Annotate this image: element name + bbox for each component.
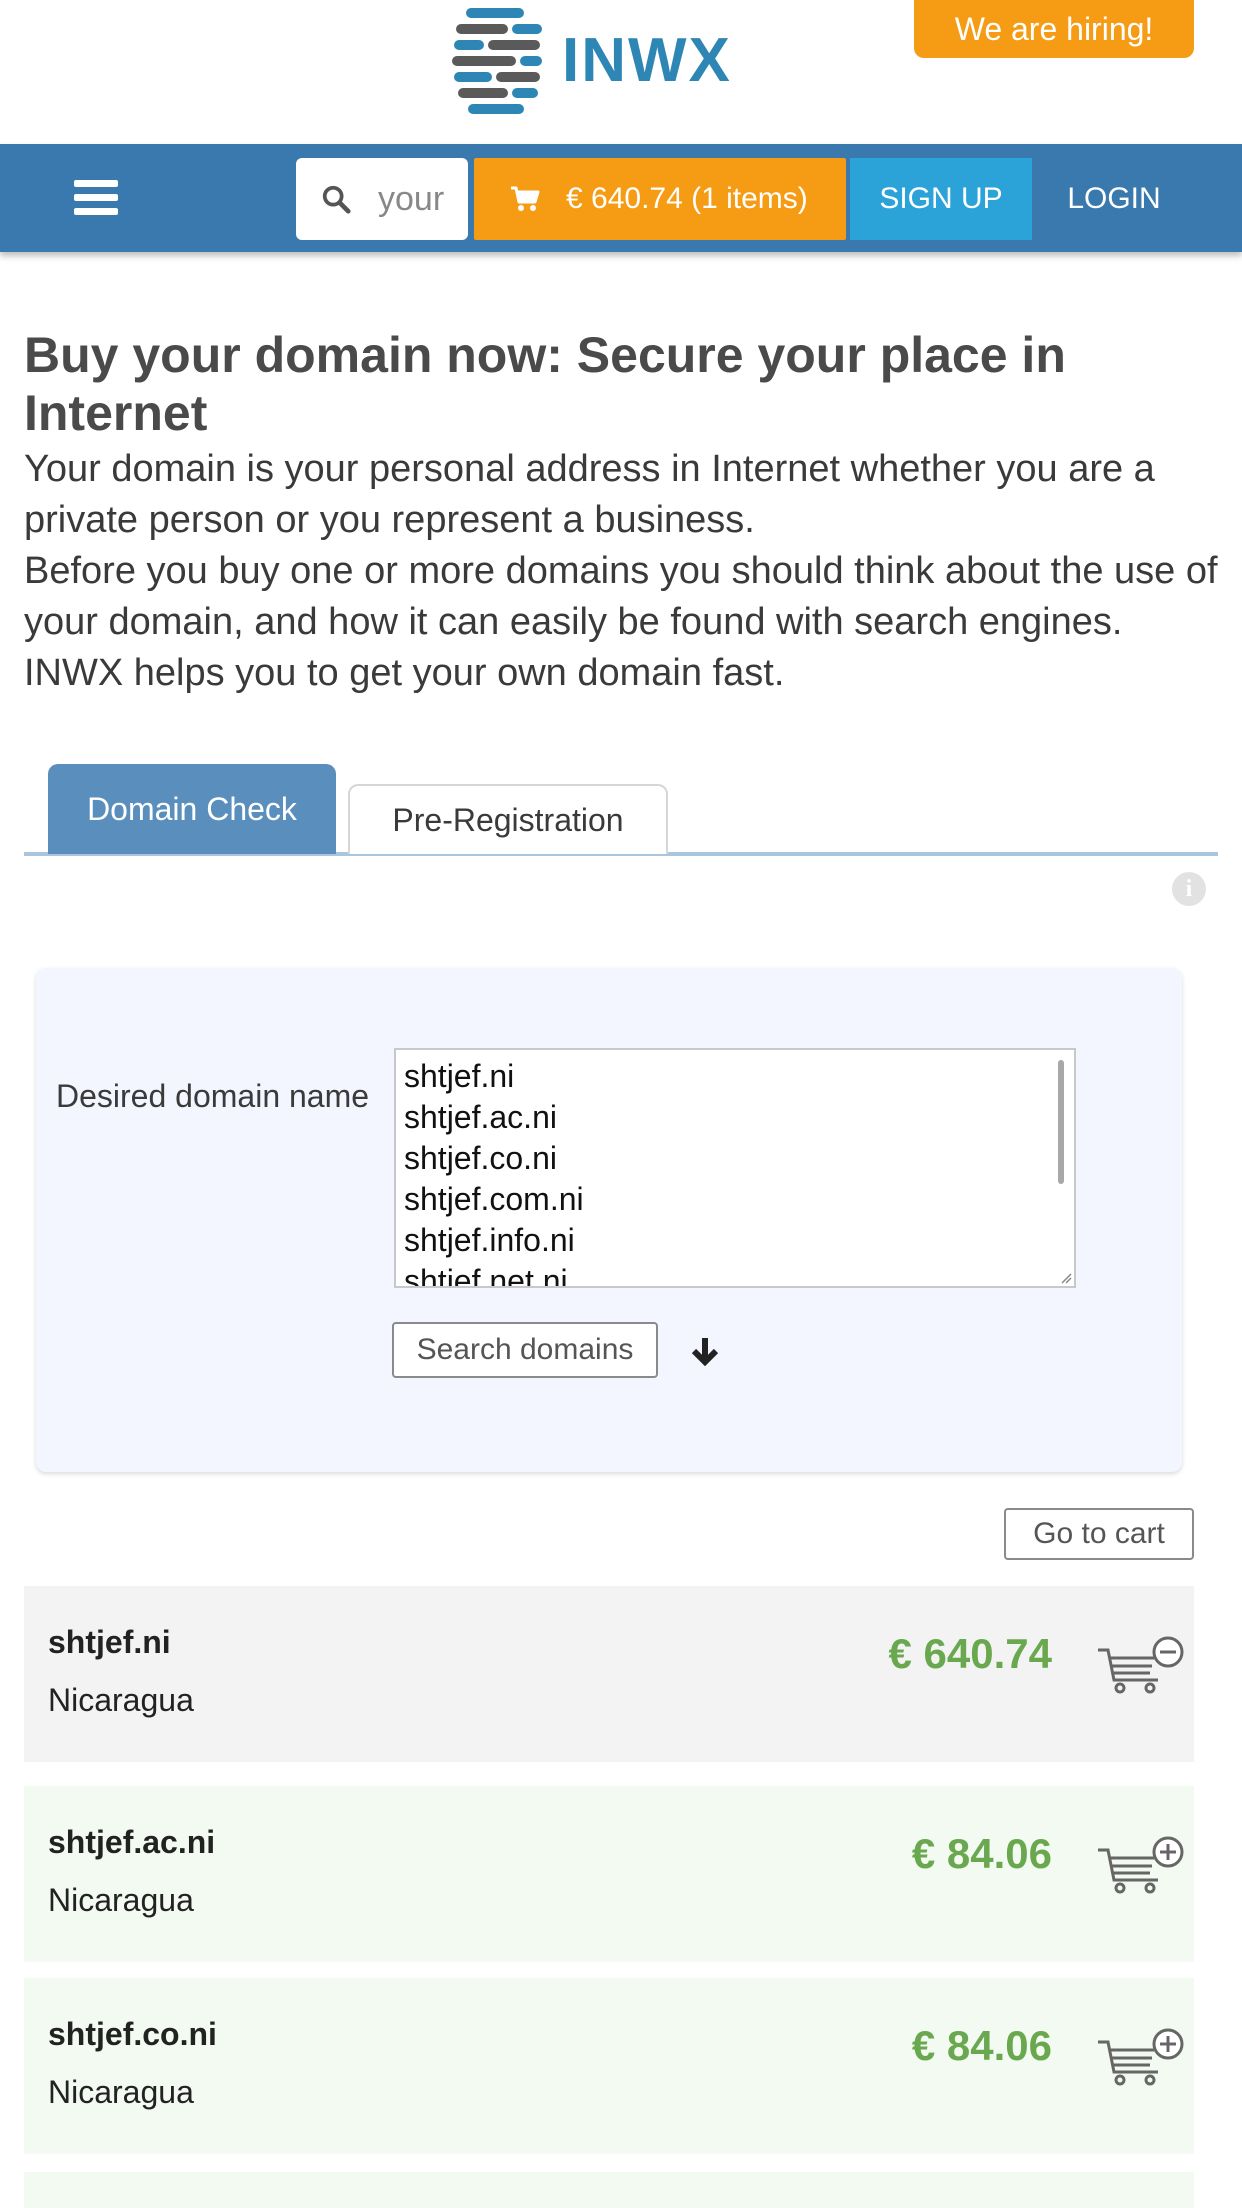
domain-check-panel: Desired domain name shtjef.ni shtjef.ac.… [36, 968, 1182, 1472]
domain-textarea[interactable]: shtjef.ni shtjef.ac.ni shtjef.co.ni shtj… [394, 1048, 1076, 1288]
go-to-cart-button[interactable]: Go to cart [1004, 1508, 1194, 1560]
result-row: shtjef.ac.ni Nicaragua € 84.06 [24, 1786, 1194, 1962]
inwx-logo[interactable]: INWX [452, 0, 732, 120]
result-domain: shtjef.co.ni [48, 2016, 217, 2052]
page-title: Buy your domain now: Secure your place i… [24, 327, 1066, 441]
shopping-cart-icon [511, 186, 540, 211]
textarea-line: shtjef.co.ni [404, 1140, 557, 1176]
tab-pre-registration[interactable]: Pre-Registration [348, 784, 668, 854]
result-price: € 84.06 [911, 2022, 1052, 2069]
textarea-line: shtjef.ac.ni [404, 1099, 557, 1135]
navbar: € 640.74 (1 items) SIGN UP LOGIN [0, 144, 1242, 252]
login-button[interactable]: LOGIN [1036, 158, 1192, 240]
tab-bar: Domain Check Pre-Registration [24, 764, 1218, 856]
hiring-badge[interactable]: We are hiring! [914, 0, 1194, 58]
result-country: Nicaragua [48, 1682, 194, 1718]
cart-add-icon[interactable] [1096, 2028, 1188, 2086]
search-box[interactable] [296, 158, 468, 240]
menu-icon[interactable] [74, 180, 118, 216]
signup-button[interactable]: SIGN UP [850, 158, 1032, 240]
result-row: shtjef.co.ni Nicaragua € 84.06 [24, 1978, 1194, 2154]
intro-paragraph: Your domain is your personal address in … [24, 448, 1155, 541]
result-price: € 84.06 [911, 1830, 1052, 1877]
result-country: Nicaragua [48, 1882, 194, 1918]
result-country: Nicaragua [48, 2074, 194, 2110]
result-domain: shtjef.ac.ni [48, 1824, 216, 1860]
search-input[interactable] [378, 179, 468, 219]
intro-paragraph: INWX helps you to get your own domain fa… [24, 652, 785, 694]
info-icon[interactable]: i [1172, 872, 1206, 906]
domain-name-label: Desired domain name [56, 1078, 370, 1114]
globe-logo-icon [452, 6, 546, 118]
result-domain: shtjef.ni [48, 1624, 171, 1660]
result-row: shtjef.ni Nicaragua € 640.74 [24, 1586, 1194, 1762]
result-row-partial [24, 2172, 1194, 2208]
textarea-scrollbar[interactable] [1058, 1060, 1064, 1184]
intro-paragraph: Before you buy one or more domains you s… [24, 550, 1218, 643]
tab-domain-check[interactable]: Domain Check [48, 764, 336, 854]
logo-text: INWX [562, 25, 732, 95]
intro-text: Your domain is your personal address in … [24, 444, 1224, 699]
textarea-line: shtjef.info.ni [404, 1222, 575, 1258]
result-price: € 640.74 [888, 1630, 1053, 1677]
cart-add-icon[interactable] [1096, 1836, 1188, 1894]
cart-button[interactable]: € 640.74 (1 items) [474, 158, 846, 240]
top-header: INWX We are hiring! [0, 0, 1242, 144]
textarea-line: shtjef.com.ni [404, 1181, 584, 1217]
cart-remove-icon[interactable] [1096, 1636, 1188, 1694]
textarea-line: shtjef.ni [404, 1058, 515, 1094]
search-domains-button[interactable]: Search domains [392, 1322, 658, 1378]
textarea-line: shtjef.net.ni [404, 1263, 568, 1288]
cart-label: € 640.74 (1 items) [566, 182, 808, 215]
search-icon [322, 185, 351, 214]
resize-grip-icon[interactable] [1060, 1272, 1072, 1284]
arrow-down-icon[interactable] [688, 1334, 722, 1368]
